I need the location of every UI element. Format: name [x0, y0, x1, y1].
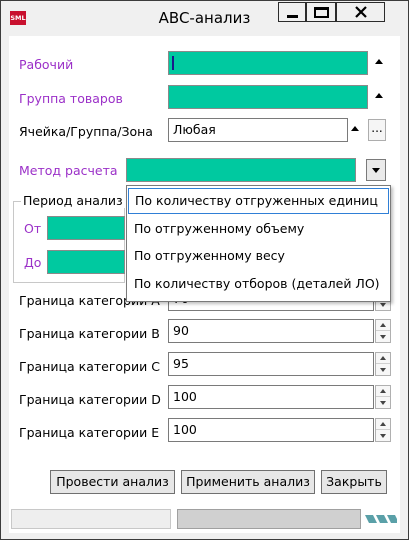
location-marker-icon	[351, 126, 359, 131]
maximize-button[interactable]	[306, 2, 336, 22]
category-d-label: Граница категории D	[19, 392, 161, 407]
method-dropdown-button[interactable]	[366, 159, 386, 181]
chevron-down-icon	[372, 167, 380, 173]
location-input[interactable]: Любая	[168, 118, 348, 142]
category-e-spinner[interactable]	[375, 418, 391, 442]
category-b-label: Граница категории В	[19, 326, 160, 341]
close-icon	[354, 6, 367, 18]
close-window-button[interactable]	[336, 2, 385, 22]
maximize-icon	[313, 6, 329, 18]
spin-down-icon[interactable]	[376, 331, 390, 342]
text-caret	[172, 56, 174, 70]
status-panel-left	[11, 509, 171, 529]
spin-up-icon[interactable]	[376, 353, 390, 364]
category-c-spinner[interactable]	[375, 352, 391, 376]
to-date-input[interactable]	[47, 250, 125, 274]
resize-grip-icon[interactable]	[365, 515, 397, 523]
product-group-input[interactable]	[168, 85, 368, 109]
location-label: Ячейка/Группа/Зона	[19, 124, 153, 139]
minimize-icon	[286, 14, 298, 18]
from-date-label: От	[24, 221, 42, 236]
category-e-label: Граница категории Е	[19, 425, 160, 440]
method-combobox[interactable]	[126, 158, 356, 182]
spin-up-icon[interactable]	[376, 320, 390, 331]
method-option-units[interactable]: По количеству отгруженных единиц	[128, 188, 389, 214]
spin-up-icon[interactable]	[376, 419, 390, 430]
run-analysis-button[interactable]: Провести анализ	[50, 470, 175, 494]
to-date-label: До	[24, 255, 42, 270]
worker-label: Рабочий	[19, 57, 74, 72]
from-date-input[interactable]	[47, 216, 125, 240]
worker-required-marker-icon	[375, 59, 383, 64]
spin-down-icon[interactable]	[376, 364, 390, 375]
worker-input[interactable]	[168, 51, 368, 75]
product-group-required-marker-icon	[375, 93, 383, 98]
close-button[interactable]: Закрыть	[321, 470, 387, 494]
method-option-picks[interactable]: По количеству отборов (деталей ЛО)	[128, 271, 389, 297]
category-c-label: Граница категории С	[19, 359, 160, 374]
category-b-spinner[interactable]	[375, 319, 391, 343]
category-d-spinner[interactable]	[375, 385, 391, 409]
product-group-label: Группа товаров	[19, 91, 123, 106]
method-option-volume[interactable]: По отгруженному объему	[128, 216, 389, 242]
location-browse-button[interactable]: ...	[368, 119, 386, 141]
apply-analysis-button[interactable]: Применить анализ	[181, 470, 315, 494]
spin-down-icon[interactable]	[376, 430, 390, 441]
spin-down-icon[interactable]	[376, 397, 390, 408]
status-progress	[177, 509, 361, 529]
abc-analysis-window: SML ABC-анализ Рабочий Группа товаров Яч…	[0, 0, 409, 540]
category-c-input[interactable]: 95	[168, 352, 374, 376]
status-bar	[9, 507, 400, 533]
category-b-input[interactable]: 90	[168, 319, 374, 343]
period-groupbox-title: Период анализ	[21, 193, 125, 208]
dialog-body: Рабочий Группа товаров Ячейка/Группа/Зон…	[9, 36, 400, 533]
method-option-weight[interactable]: По отгруженному весу	[128, 243, 389, 269]
category-d-input[interactable]: 100	[168, 385, 374, 409]
method-label: Метод расчета	[19, 163, 118, 178]
spin-up-icon[interactable]	[376, 386, 390, 397]
minimize-button[interactable]	[278, 2, 306, 22]
category-e-input[interactable]: 100	[168, 418, 374, 442]
method-dropdown-list: По количеству отгруженных единиц По отгр…	[126, 185, 391, 302]
title-bar: SML ABC-анализ	[1, 1, 408, 35]
